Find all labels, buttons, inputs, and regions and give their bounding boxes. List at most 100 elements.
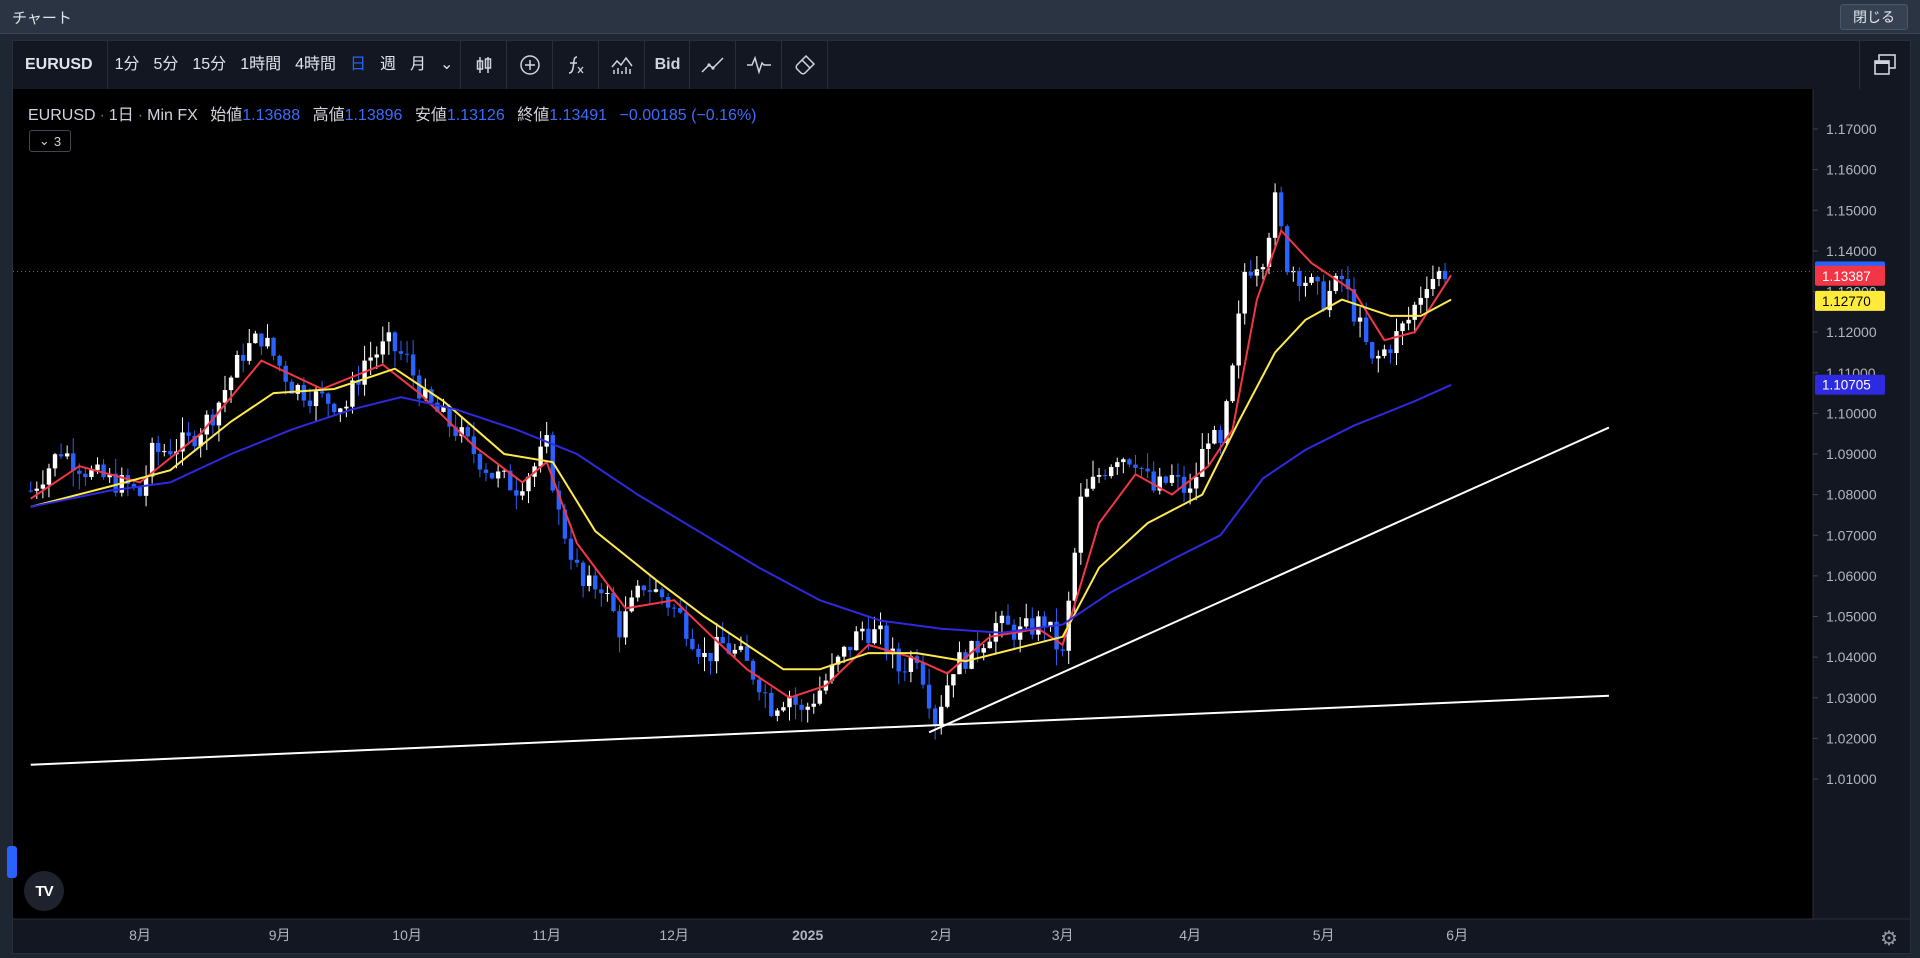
close-button[interactable]: 閉じる xyxy=(1840,4,1908,30)
candle-body xyxy=(1218,430,1223,443)
symbol-search-button[interactable]: EURUSD xyxy=(13,41,108,89)
chevron-down-icon: ⌄ xyxy=(38,133,50,148)
add-compare-icon[interactable] xyxy=(507,41,554,89)
candle-body xyxy=(52,454,58,469)
price-tick-label: 1.10000 xyxy=(1826,405,1877,421)
candle-body xyxy=(720,636,725,644)
candle-body xyxy=(1357,317,1363,322)
candle-body xyxy=(1187,488,1193,493)
candle-body xyxy=(951,674,956,686)
candle-body xyxy=(301,384,307,401)
candle-body xyxy=(902,671,908,673)
candle-body xyxy=(1394,331,1399,354)
candle-body xyxy=(811,703,816,707)
candle-body xyxy=(1382,349,1387,356)
timeframe-1h[interactable]: 1時間 xyxy=(233,41,288,89)
replay-icon[interactable] xyxy=(736,41,783,89)
timeframe-1d[interactable]: 日 xyxy=(343,41,373,89)
price-tick-label: 1.16000 xyxy=(1826,162,1877,178)
candle-body xyxy=(228,377,234,391)
timeframe-1mo[interactable]: 月 xyxy=(403,41,433,89)
candle-body xyxy=(380,341,385,355)
candle-body xyxy=(1363,317,1369,343)
candle-body xyxy=(1072,552,1077,601)
time-scale xyxy=(13,919,1910,953)
candle-body xyxy=(744,646,750,661)
indicators-icon[interactable] xyxy=(553,41,600,89)
candle-body xyxy=(1078,496,1084,553)
time-tick-label: 9月 xyxy=(269,927,291,943)
indicators-toggle-button[interactable]: ⌄ 3 xyxy=(29,130,71,152)
candle-body xyxy=(259,333,264,347)
candle-body xyxy=(392,332,398,352)
candle-body xyxy=(1248,271,1254,276)
candle-body xyxy=(1412,304,1417,320)
candle-body xyxy=(981,648,986,653)
chart-background xyxy=(13,89,1910,953)
candle-body xyxy=(83,473,88,478)
candle-body xyxy=(926,684,932,709)
left-panel-handle[interactable] xyxy=(7,846,17,878)
price-tick-label: 1.17000 xyxy=(1826,121,1877,137)
timeframe-4h[interactable]: 4時間 xyxy=(288,41,343,89)
candle-body xyxy=(40,484,46,489)
candle-body xyxy=(46,468,52,485)
candle-body xyxy=(1042,616,1047,627)
candle-body xyxy=(101,464,106,478)
candle-body xyxy=(671,607,677,609)
candle-body xyxy=(580,562,586,586)
candle-body xyxy=(489,472,495,479)
gear-icon[interactable]: ⚙ xyxy=(1880,926,1898,951)
price-tick-label: 1.02000 xyxy=(1826,730,1877,746)
chart-legend: EURUSD · 1日 · Min FX 始値1.13688 高値1.13896 安値1… xyxy=(28,107,757,124)
price-tick-label: 1.01000 xyxy=(1826,771,1877,787)
candle-body xyxy=(1278,192,1284,227)
time-tick-label: 11月 xyxy=(532,927,561,943)
multi-window-icon[interactable] xyxy=(1859,41,1910,89)
alert-line-icon[interactable] xyxy=(690,41,737,89)
candle-body xyxy=(1017,626,1023,640)
candle-body xyxy=(574,559,580,563)
candle-body xyxy=(1260,267,1266,270)
candle-body xyxy=(1175,475,1181,477)
tradingview-logo-icon[interactable]: TV xyxy=(24,871,64,911)
timeframe-15m[interactable]: 15分 xyxy=(185,41,233,89)
candle-body xyxy=(77,470,82,474)
chart-templates-icon[interactable] xyxy=(599,41,646,89)
price-tick-label: 1.08000 xyxy=(1826,487,1877,503)
candle-body xyxy=(1005,615,1011,625)
price-tag-label: 1.10705 xyxy=(1822,378,1871,393)
time-tick-label: 2025 xyxy=(792,927,823,943)
candle-body xyxy=(410,354,416,376)
time-tick-label: 12月 xyxy=(659,927,689,943)
timeframe-1w[interactable]: 週 xyxy=(373,41,403,89)
candle-body xyxy=(398,351,404,354)
candle-body xyxy=(860,628,865,632)
bid-toggle-button[interactable]: Bid xyxy=(645,41,691,89)
candle-body xyxy=(271,337,276,356)
candle-body xyxy=(945,685,950,707)
candle-body xyxy=(732,649,738,654)
candle-style-icon[interactable] xyxy=(461,41,508,89)
timeframe-1m[interactable]: 1分 xyxy=(108,41,147,89)
price-tick-label: 1.03000 xyxy=(1826,690,1877,706)
candle-body xyxy=(690,638,695,649)
candle-body xyxy=(817,690,823,704)
price-chart[interactable]: 1.170001.160001.150001.140001.130001.120… xyxy=(13,89,1910,953)
legend-source: Min FX xyxy=(147,107,198,124)
timeframe-dropdown-icon[interactable]: ⌄ xyxy=(433,41,460,89)
candle-body xyxy=(1297,270,1302,286)
candle-body xyxy=(799,704,804,710)
candle-body xyxy=(854,631,859,651)
brush-icon[interactable] xyxy=(782,41,829,89)
candle-body xyxy=(253,333,258,344)
candle-body xyxy=(939,706,944,725)
candle-body xyxy=(89,470,94,478)
candle-body xyxy=(586,575,592,586)
candle-body xyxy=(756,679,762,693)
candle-body xyxy=(1084,488,1090,497)
candle-body xyxy=(1139,467,1144,469)
timeframe-5m[interactable]: 5分 xyxy=(146,41,185,89)
candle-body xyxy=(1230,365,1235,402)
time-tick-label: 4月 xyxy=(1179,927,1201,943)
